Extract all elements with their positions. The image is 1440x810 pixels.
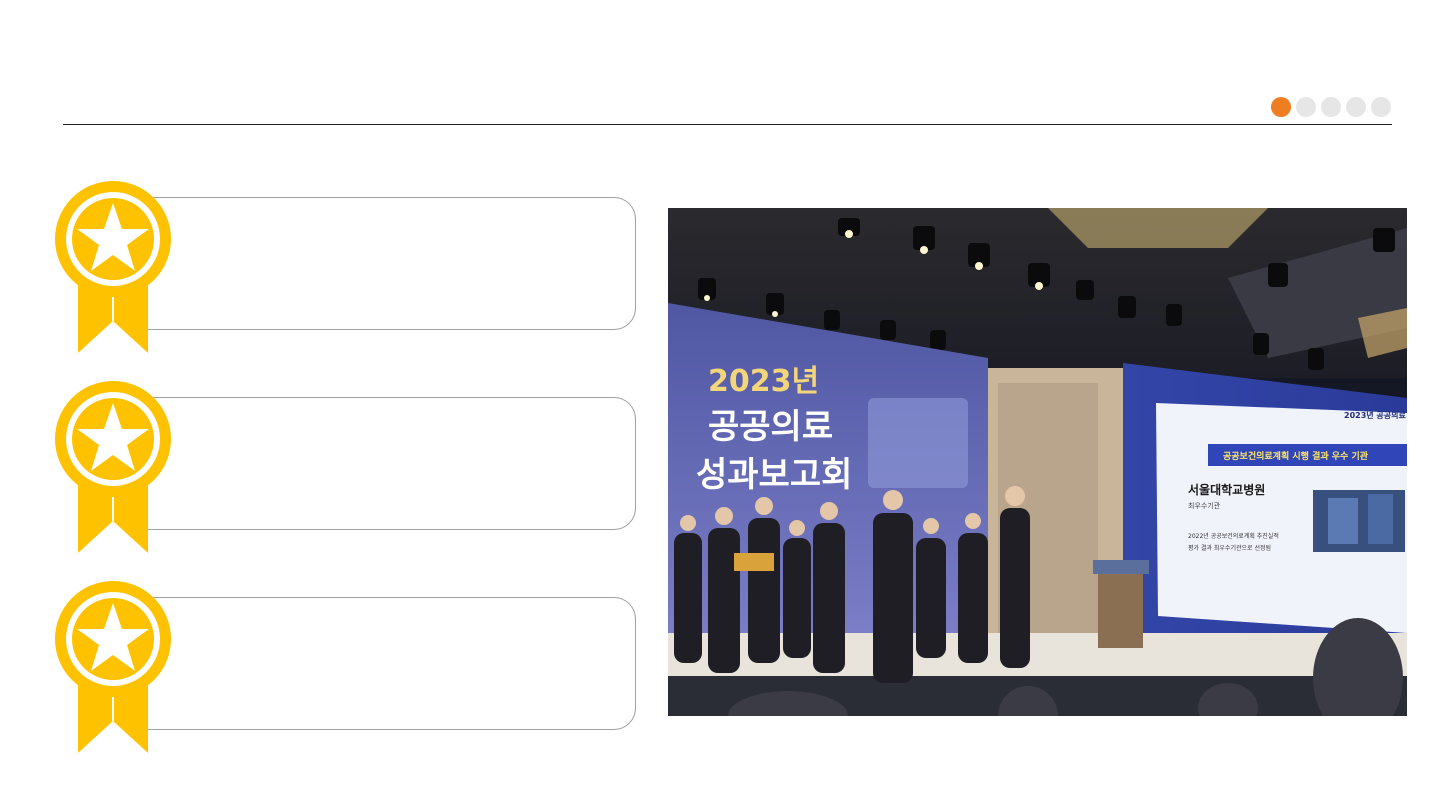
banner-line1: 공공의료 bbox=[708, 407, 833, 447]
screen-top-label: 2023년 공공의료 bbox=[1344, 410, 1406, 420]
screen-hospital: 서울대학교병원 bbox=[1188, 482, 1265, 497]
page-dot-4[interactable] bbox=[1346, 97, 1366, 117]
page-dot-1[interactable] bbox=[1271, 97, 1291, 117]
header-divider bbox=[63, 124, 1392, 125]
screen-note-2: 평가 결과 최우수기관으로 선정됨 bbox=[1188, 544, 1271, 552]
banner-line2: 성과보고회 bbox=[696, 455, 852, 495]
banner-year: 2023년 bbox=[708, 364, 819, 399]
award-card-2 bbox=[120, 397, 636, 530]
award-medal-icon bbox=[55, 181, 171, 353]
page-dot-5[interactable] bbox=[1371, 97, 1391, 117]
screen-tag: 최우수기관 bbox=[1188, 501, 1221, 510]
pagination-dots bbox=[1271, 97, 1391, 117]
screen-subtitle: 공공보건의료계획 시행 결과 우수 기관 bbox=[1223, 450, 1369, 462]
page-dot-2[interactable] bbox=[1296, 97, 1316, 117]
award-ceremony-photo: 2023년 공공의료 성과보고회 2023년 공공의료 공공보건의료계획 시행 … bbox=[668, 208, 1407, 716]
screen-note-1: 2022년 공공보건의료계획 추진실적 bbox=[1188, 532, 1279, 540]
award-card-1 bbox=[120, 197, 636, 330]
award-medal-icon bbox=[55, 581, 171, 753]
award-card-3 bbox=[120, 597, 636, 730]
page-dot-3[interactable] bbox=[1321, 97, 1341, 117]
award-medal-icon bbox=[55, 381, 171, 553]
